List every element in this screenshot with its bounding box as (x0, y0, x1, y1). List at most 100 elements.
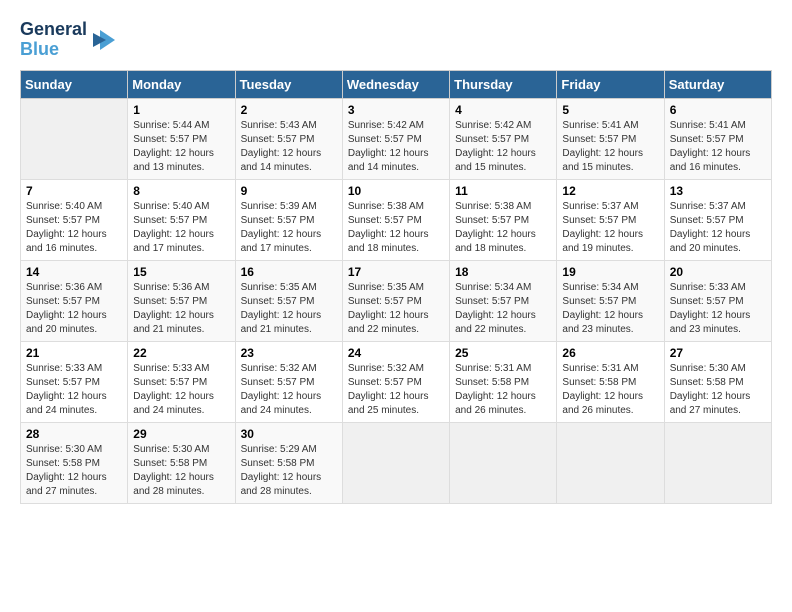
calendar-cell: 25 Sunrise: 5:31 AM Sunset: 5:58 PM Dayli… (450, 341, 557, 422)
day-info: Sunrise: 5:35 AM Sunset: 5:57 PM Dayligh… (241, 281, 337, 337)
calendar-cell: 16 Sunrise: 5:35 AM Sunset: 5:57 PM Dayli… (235, 260, 342, 341)
calendar-cell: 24Sunrise: 5:32 AM Sunset: 5:57 PM Dayli… (342, 341, 449, 422)
calendar-cell: 12 Sunrise: 5:37 AM Sunset: 5:57 PM Dayli… (557, 179, 664, 260)
calendar-cell: 1 Sunrise: 5:44 AM Sunset: 5:57 PM Daylig… (128, 98, 235, 179)
calendar-cell: 19 Sunrise: 5:34 AM Sunset: 5:57 PM Dayli… (557, 260, 664, 341)
calendar-table: SundayMondayTuesdayWednesdayThursdayFrid… (20, 70, 772, 504)
day-info: Sunrise: 5:41 AM Sunset: 5:57 PM Dayligh… (562, 119, 658, 175)
day-info: Sunrise: 5:33 AM Sunset: 5:57 PM Dayligh… (670, 281, 766, 337)
calendar-cell: 6 Sunrise: 5:41 AM Sunset: 5:57 PM Daylig… (664, 98, 771, 179)
calendar-cell: 20 Sunrise: 5:33 AM Sunset: 5:57 PM Dayli… (664, 260, 771, 341)
day-number: 30 (241, 427, 337, 441)
day-info: Sunrise: 5:29 AM Sunset: 5:58 PM Dayligh… (241, 443, 337, 499)
day-info: Sunrise: 5:42 AM Sunset: 5:57 PM Dayligh… (348, 119, 444, 175)
day-info: Sunrise: 5:37 AM Sunset: 5:57 PM Dayligh… (670, 200, 766, 256)
calendar-cell: 27 Sunrise: 5:30 AM Sunset: 5:58 PM Dayli… (664, 341, 771, 422)
day-number: 6 (670, 103, 766, 117)
day-info: Sunrise: 5:32 AM Sunset: 5:57 PM Dayligh… (241, 362, 337, 418)
day-number: 12 (562, 184, 658, 198)
day-number: 7 (26, 184, 122, 198)
calendar-cell: 7Sunrise: 5:40 AM Sunset: 5:57 PM Daylig… (21, 179, 128, 260)
day-info: Sunrise: 5:36 AM Sunset: 5:57 PM Dayligh… (26, 281, 122, 337)
calendar-cell: 18 Sunrise: 5:34 AM Sunset: 5:57 PM Dayli… (450, 260, 557, 341)
day-info: Sunrise: 5:37 AM Sunset: 5:57 PM Dayligh… (562, 200, 658, 256)
day-number: 15 (133, 265, 229, 279)
calendar-cell (664, 422, 771, 503)
header-cell-friday: Friday (557, 70, 664, 98)
day-number: 1 (133, 103, 229, 117)
calendar-cell: 5 Sunrise: 5:41 AM Sunset: 5:57 PM Daylig… (557, 98, 664, 179)
calendar-cell: 13Sunrise: 5:37 AM Sunset: 5:57 PM Dayli… (664, 179, 771, 260)
calendar-cell: 8 Sunrise: 5:40 AM Sunset: 5:57 PM Daylig… (128, 179, 235, 260)
logo-text: GeneralBlue (20, 20, 87, 60)
week-row-4: 21 Sunrise: 5:33 AM Sunset: 5:57 PM Dayli… (21, 341, 772, 422)
header-cell-tuesday: Tuesday (235, 70, 342, 98)
day-number: 8 (133, 184, 229, 198)
logo-icon (90, 25, 120, 55)
day-number: 18 (455, 265, 551, 279)
day-info: Sunrise: 5:38 AM Sunset: 5:57 PM Dayligh… (455, 200, 551, 256)
day-number: 26 (562, 346, 658, 360)
calendar-cell: 3 Sunrise: 5:42 AM Sunset: 5:57 PM Daylig… (342, 98, 449, 179)
calendar-cell: 30 Sunrise: 5:29 AM Sunset: 5:58 PM Dayli… (235, 422, 342, 503)
day-number: 2 (241, 103, 337, 117)
header-cell-thursday: Thursday (450, 70, 557, 98)
calendar-cell: 4 Sunrise: 5:42 AM Sunset: 5:57 PM Daylig… (450, 98, 557, 179)
day-number: 17 (348, 265, 444, 279)
week-row-3: 14 Sunrise: 5:36 AM Sunset: 5:57 PM Dayli… (21, 260, 772, 341)
day-info: Sunrise: 5:31 AM Sunset: 5:58 PM Dayligh… (455, 362, 551, 418)
calendar-cell: 14 Sunrise: 5:36 AM Sunset: 5:57 PM Dayli… (21, 260, 128, 341)
day-number: 10 (348, 184, 444, 198)
day-number: 5 (562, 103, 658, 117)
day-info: Sunrise: 5:33 AM Sunset: 5:57 PM Dayligh… (26, 362, 122, 418)
logo: GeneralBlue (20, 20, 120, 60)
day-info: Sunrise: 5:34 AM Sunset: 5:57 PM Dayligh… (562, 281, 658, 337)
day-number: 24 (348, 346, 444, 360)
day-info: Sunrise: 5:31 AM Sunset: 5:58 PM Dayligh… (562, 362, 658, 418)
week-row-5: 28 Sunrise: 5:30 AM Sunset: 5:58 PM Dayli… (21, 422, 772, 503)
day-number: 20 (670, 265, 766, 279)
day-number: 9 (241, 184, 337, 198)
day-info: Sunrise: 5:44 AM Sunset: 5:57 PM Dayligh… (133, 119, 229, 175)
day-number: 21 (26, 346, 122, 360)
calendar-cell (342, 422, 449, 503)
day-info: Sunrise: 5:43 AM Sunset: 5:57 PM Dayligh… (241, 119, 337, 175)
calendar-cell: 22Sunrise: 5:33 AM Sunset: 5:57 PM Dayli… (128, 341, 235, 422)
day-number: 23 (241, 346, 337, 360)
calendar-cell: 23 Sunrise: 5:32 AM Sunset: 5:57 PM Dayli… (235, 341, 342, 422)
day-number: 19 (562, 265, 658, 279)
header-cell-monday: Monday (128, 70, 235, 98)
day-info: Sunrise: 5:36 AM Sunset: 5:57 PM Dayligh… (133, 281, 229, 337)
day-number: 28 (26, 427, 122, 441)
header-cell-sunday: Sunday (21, 70, 128, 98)
day-info: Sunrise: 5:41 AM Sunset: 5:57 PM Dayligh… (670, 119, 766, 175)
day-info: Sunrise: 5:30 AM Sunset: 5:58 PM Dayligh… (670, 362, 766, 418)
day-number: 11 (455, 184, 551, 198)
day-number: 3 (348, 103, 444, 117)
header: GeneralBlue (20, 20, 772, 60)
calendar-cell: 2 Sunrise: 5:43 AM Sunset: 5:57 PM Daylig… (235, 98, 342, 179)
day-number: 4 (455, 103, 551, 117)
day-number: 29 (133, 427, 229, 441)
day-number: 22 (133, 346, 229, 360)
day-info: Sunrise: 5:40 AM Sunset: 5:57 PM Dayligh… (133, 200, 229, 256)
calendar-cell (450, 422, 557, 503)
header-cell-saturday: Saturday (664, 70, 771, 98)
calendar-cell: 17 Sunrise: 5:35 AM Sunset: 5:57 PM Dayli… (342, 260, 449, 341)
header-cell-wednesday: Wednesday (342, 70, 449, 98)
calendar-cell: 26 Sunrise: 5:31 AM Sunset: 5:58 PM Dayli… (557, 341, 664, 422)
day-info: Sunrise: 5:38 AM Sunset: 5:57 PM Dayligh… (348, 200, 444, 256)
day-info: Sunrise: 5:42 AM Sunset: 5:57 PM Dayligh… (455, 119, 551, 175)
calendar-cell (21, 98, 128, 179)
calendar-cell: 9 Sunrise: 5:39 AM Sunset: 5:57 PM Daylig… (235, 179, 342, 260)
day-info: Sunrise: 5:34 AM Sunset: 5:57 PM Dayligh… (455, 281, 551, 337)
day-info: Sunrise: 5:39 AM Sunset: 5:57 PM Dayligh… (241, 200, 337, 256)
day-number: 14 (26, 265, 122, 279)
day-number: 25 (455, 346, 551, 360)
week-row-1: 1 Sunrise: 5:44 AM Sunset: 5:57 PM Daylig… (21, 98, 772, 179)
day-number: 27 (670, 346, 766, 360)
day-info: Sunrise: 5:35 AM Sunset: 5:57 PM Dayligh… (348, 281, 444, 337)
day-info: Sunrise: 5:30 AM Sunset: 5:58 PM Dayligh… (133, 443, 229, 499)
day-info: Sunrise: 5:30 AM Sunset: 5:58 PM Dayligh… (26, 443, 122, 499)
day-number: 16 (241, 265, 337, 279)
